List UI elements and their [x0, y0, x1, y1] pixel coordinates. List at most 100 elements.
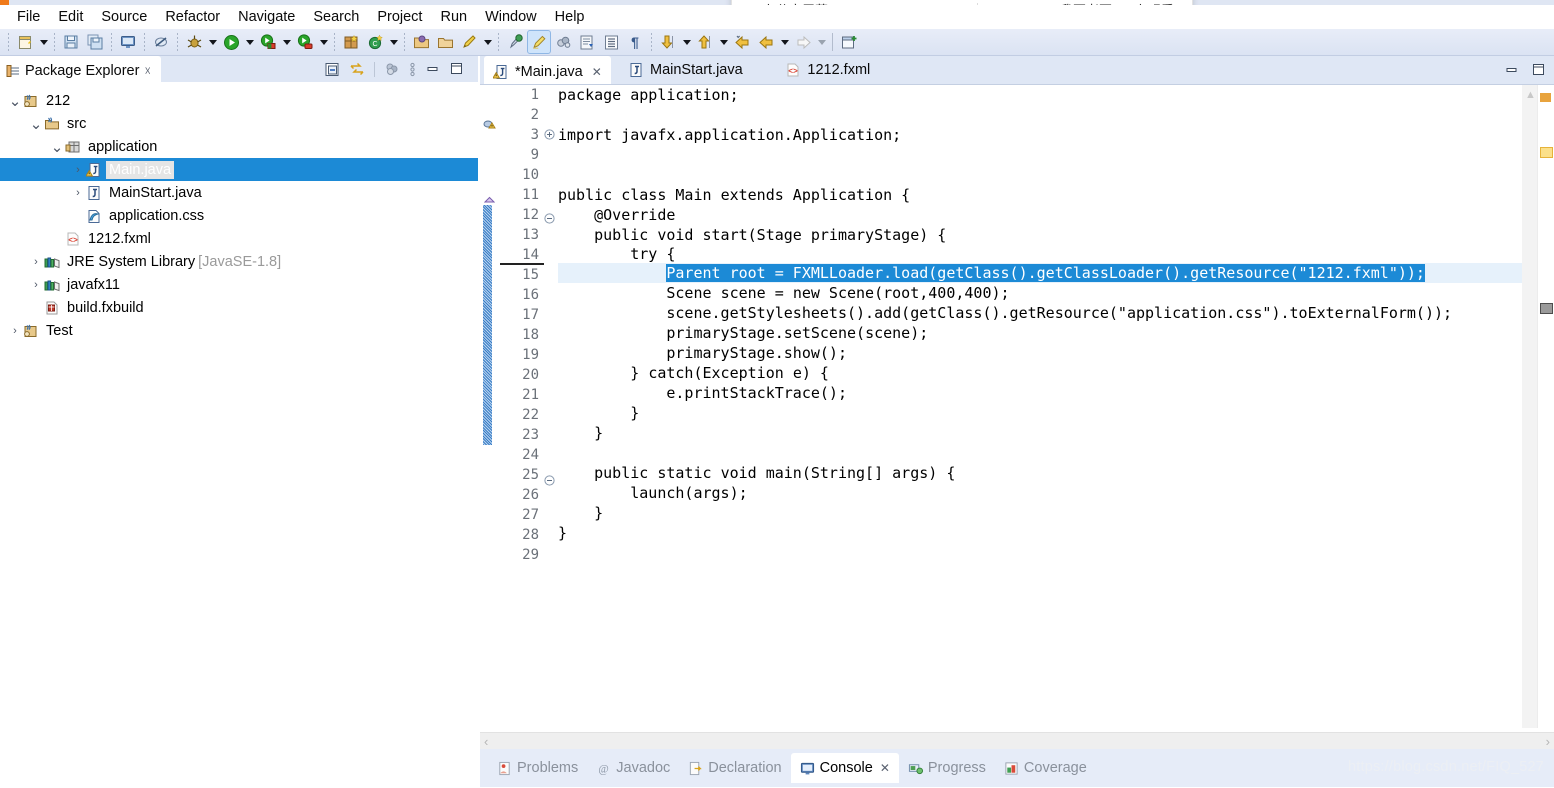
run-external-tools-icon[interactable]: [257, 31, 279, 53]
fold-collapse-icon[interactable]: [544, 213, 558, 233]
code-text[interactable]: package application; import javafx.applic…: [558, 85, 1522, 728]
console-icon[interactable]: [117, 31, 139, 53]
forward-arrow-icon[interactable]: [792, 31, 814, 53]
skip-breakpoints-icon[interactable]: [150, 31, 172, 53]
chevron-down-icon[interactable]: ⌄: [8, 89, 22, 112]
code-line[interactable]: [558, 165, 1522, 185]
tree-item-1212-fxml[interactable]: <> 1212.fxml: [0, 227, 478, 250]
new-java-class-icon[interactable]: C: [364, 31, 386, 53]
tree-item-javafx11[interactable]: › javafx11: [0, 273, 478, 296]
toggle-mark-occurrences-icon[interactable]: [552, 31, 574, 53]
back-to-icon[interactable]: [731, 31, 753, 53]
code-line[interactable]: }: [558, 503, 1522, 523]
code-line[interactable]: primaryStage.show();: [558, 343, 1522, 363]
close-icon[interactable]: ✕: [880, 761, 890, 775]
warning-marker-icon[interactable]: [483, 118, 497, 132]
code-line[interactable]: } catch(Exception e) {: [558, 363, 1522, 383]
code-line[interactable]: import javafx.application.Application;: [558, 125, 1522, 145]
bottom-tab-javadoc[interactable]: @ Javadoc: [587, 753, 679, 783]
scroll-right-icon[interactable]: ›: [1546, 734, 1550, 749]
save-all-icon[interactable]: [84, 31, 106, 53]
code-line[interactable]: [558, 145, 1522, 165]
code-line[interactable]: launch(args);: [558, 483, 1522, 503]
bottom-tab-progress[interactable]: Progress: [899, 753, 995, 783]
fold-expand-icon[interactable]: [544, 129, 558, 149]
coverage-dropdown-icon[interactable]: [317, 31, 330, 53]
next-edit-icon[interactable]: [657, 31, 679, 53]
maximize-icon[interactable]: [449, 62, 464, 76]
code-line[interactable]: }: [558, 523, 1522, 543]
new-window-icon[interactable]: [838, 31, 860, 53]
maximize-icon[interactable]: [1531, 63, 1546, 77]
save-icon[interactable]: [60, 31, 82, 53]
previous-edit-icon[interactable]: [694, 31, 716, 53]
view-menu-icon[interactable]: [384, 62, 400, 77]
editor-marker-bar[interactable]: [480, 85, 500, 728]
back-dropdown-icon[interactable]: [778, 31, 791, 53]
code-line[interactable]: @Override: [558, 205, 1522, 225]
code-line[interactable]: try {: [558, 245, 1522, 263]
open-task-icon[interactable]: [434, 31, 456, 53]
run-external-tools-dropdown-icon[interactable]: [280, 31, 293, 53]
coverage-icon[interactable]: [294, 31, 316, 53]
open-type-icon[interactable]: [410, 31, 432, 53]
tree-item-test[interactable]: › Test: [0, 319, 478, 342]
forward-dropdown-icon[interactable]: [815, 31, 828, 53]
code-line[interactable]: primaryStage.setScene(scene);: [558, 323, 1522, 343]
next-annotation-icon[interactable]: [576, 31, 598, 53]
scroll-left-icon[interactable]: ‹: [484, 734, 488, 749]
code-line[interactable]: }: [558, 423, 1522, 443]
tree-item-build-fxbuild[interactable]: build.fxbuild: [0, 296, 478, 319]
tree-item-mainstart-java[interactable]: › MainStart.java: [0, 181, 478, 204]
menu-item-run[interactable]: Run: [431, 7, 476, 27]
tree-item-src[interactable]: ⌄ src: [0, 112, 478, 135]
menu-item-file[interactable]: File: [8, 7, 49, 27]
code-line[interactable]: public void start(Stage primaryStage) {: [558, 225, 1522, 245]
menu-item-source[interactable]: Source: [92, 7, 156, 27]
overview-marker[interactable]: [1540, 303, 1553, 314]
highlight-icon[interactable]: [527, 30, 551, 54]
tab-package-explorer[interactable]: Package Explorer ☓: [0, 56, 161, 84]
chevron-right-icon[interactable]: ›: [29, 250, 43, 273]
show-whitespace-icon[interactable]: ¶: [624, 31, 646, 53]
code-line[interactable]: }: [558, 403, 1522, 423]
new-wizard-dropdown-icon[interactable]: [37, 31, 50, 53]
menu-item-search[interactable]: Search: [304, 7, 368, 27]
menu-item-edit[interactable]: Edit: [49, 7, 92, 27]
editor-tab-1212-fxml[interactable]: <> 1212.fxml: [776, 56, 879, 84]
vertical-dots-icon[interactable]: [409, 62, 416, 77]
new-java-class-dropdown-icon[interactable]: [387, 31, 400, 53]
tree-item-212[interactable]: ⌄ 212: [0, 89, 478, 112]
tree-item-application-css[interactable]: application.css: [0, 204, 478, 227]
editor-tab-mainstart-java[interactable]: MainStart.java: [619, 56, 752, 84]
overview-marker[interactable]: [1540, 93, 1551, 102]
bottom-tab-coverage[interactable]: Coverage: [995, 753, 1096, 783]
link-with-editor-icon[interactable]: [349, 62, 365, 77]
chevron-right-icon[interactable]: ›: [71, 181, 85, 204]
menu-item-help[interactable]: Help: [546, 7, 594, 27]
chevron-down-icon[interactable]: ⌄: [29, 112, 43, 135]
collapse-marker-icon[interactable]: [484, 195, 495, 206]
fold-collapse-icon[interactable]: [544, 475, 558, 495]
scroll-up-icon[interactable]: ▲: [1525, 89, 1536, 101]
back-arrow-icon[interactable]: [755, 31, 777, 53]
editor-horizontal-scrollbar[interactable]: ‹ ›: [480, 732, 1554, 750]
code-folding-column[interactable]: [544, 85, 558, 728]
search-dropdown-icon[interactable]: [481, 31, 494, 53]
code-line[interactable]: [558, 105, 1522, 125]
previous-edit-dropdown-icon[interactable]: [717, 31, 730, 53]
new-java-package-icon[interactable]: [340, 31, 362, 53]
editor-tab-main-java[interactable]: *Main.java ✕: [484, 56, 611, 86]
bottom-tab-declaration[interactable]: Declaration: [679, 753, 790, 783]
editor-vertical-scrollbar[interactable]: ▲: [1522, 85, 1538, 728]
close-icon[interactable]: ✕: [592, 65, 602, 79]
code-line[interactable]: e.printStackTrace();: [558, 383, 1522, 403]
next-edit-dropdown-icon[interactable]: [680, 31, 693, 53]
code-line[interactable]: [558, 443, 1522, 463]
code-line[interactable]: Parent root = FXMLLoader.load(getClass()…: [558, 263, 1522, 283]
code-line[interactable]: package application;: [558, 85, 1522, 105]
outline-icon[interactable]: [600, 31, 622, 53]
code-line[interactable]: scene.getStylesheets().add(getClass().ge…: [558, 303, 1522, 323]
run-dropdown-icon[interactable]: [243, 31, 256, 53]
collapse-all-icon[interactable]: [325, 62, 340, 77]
